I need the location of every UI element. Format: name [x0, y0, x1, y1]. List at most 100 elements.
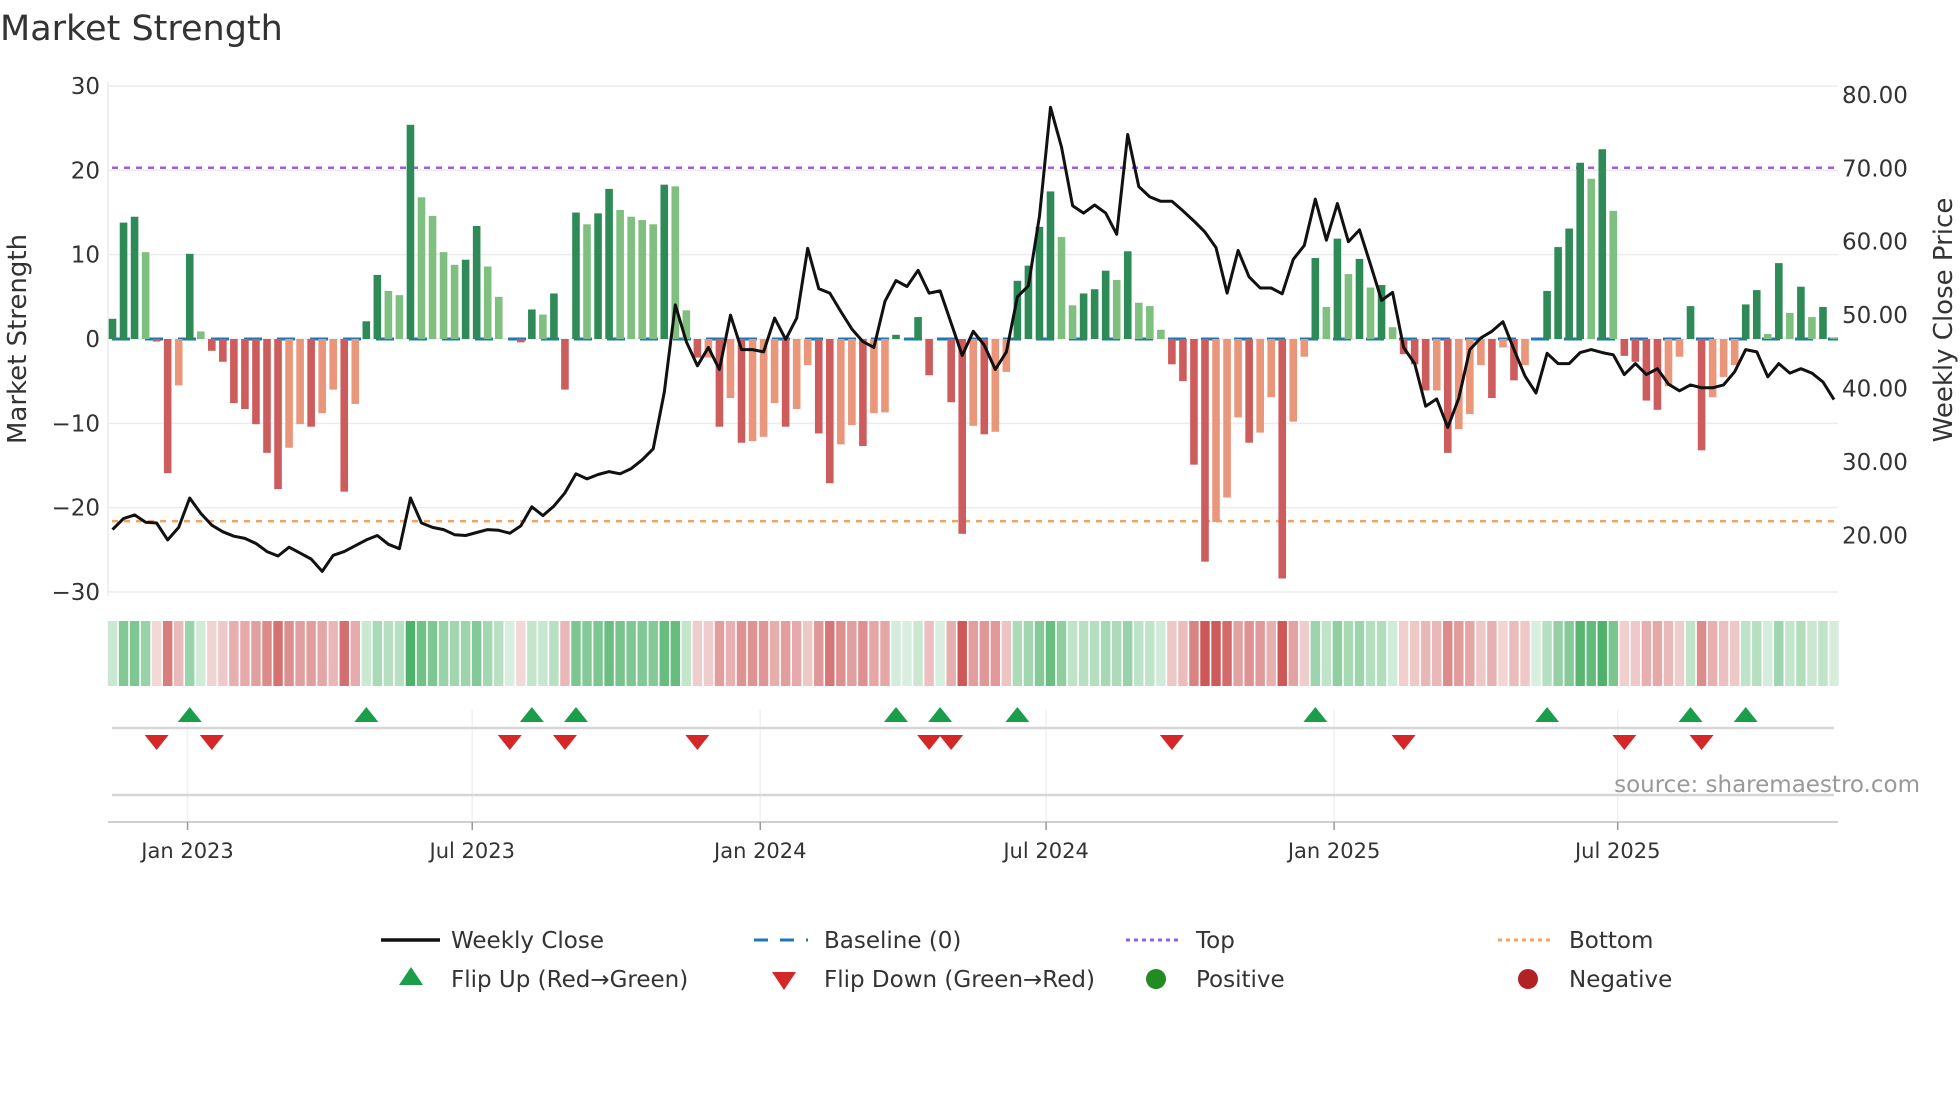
- strength-bar: [517, 339, 525, 343]
- heat-strip-cell: [1630, 621, 1641, 686]
- strength-bar: [1179, 339, 1187, 382]
- triangle-up-icon: [399, 967, 423, 985]
- heat-strip-cell: [736, 621, 747, 686]
- strength-bar: [1620, 339, 1629, 356]
- strength-bar: [1421, 339, 1430, 391]
- heat-strip-cell: [1741, 621, 1751, 686]
- flip-down-triangle-icon: [497, 735, 522, 750]
- heat-strip-cell: [582, 621, 592, 686]
- strength-bar: [825, 339, 834, 484]
- heat-strip-cell: [527, 621, 537, 686]
- y-tick-label: 0: [85, 327, 100, 353]
- heat-strip-cell: [1123, 621, 1133, 686]
- heat-strip-cell: [262, 621, 272, 686]
- strength-bar: [417, 197, 426, 339]
- heat-strip-cell: [1509, 621, 1519, 686]
- heat-strip-cell: [394, 621, 405, 686]
- strength-bar: [296, 339, 304, 425]
- strength-bar: [307, 339, 315, 427]
- legend-label: Baseline (0): [824, 928, 961, 954]
- heat-strip: [107, 621, 1839, 686]
- strength-bar: [748, 339, 757, 442]
- strength-bar: [958, 339, 967, 534]
- x-tick-label: Jan 2023: [139, 839, 234, 863]
- strength-bar: [1830, 337, 1838, 339]
- x-tick-label: Jan 2025: [1286, 839, 1381, 863]
- heat-strip-cell: [1586, 621, 1596, 686]
- strength-bar: [362, 321, 371, 339]
- heat-strip-cell: [1729, 621, 1740, 686]
- heat-strip-cell: [1100, 621, 1111, 686]
- strength-bar: [1190, 339, 1198, 465]
- heat-strip-cell: [593, 621, 603, 686]
- heat-strip-cell: [1222, 621, 1232, 686]
- strength-bar: [108, 318, 117, 339]
- heat-strip-cell: [1134, 621, 1144, 686]
- heat-strip-cell: [1575, 621, 1585, 686]
- heat-strip-cell: [814, 621, 824, 686]
- strength-bar: [550, 293, 558, 339]
- heat-strip-cell: [1321, 621, 1332, 686]
- heat-strip-cell: [902, 621, 912, 686]
- heat-strip-cell: [1266, 621, 1276, 686]
- heat-strip-cell: [1255, 621, 1265, 686]
- strength-bar: [1609, 210, 1618, 339]
- strength-bar: [1223, 339, 1231, 498]
- heat-strip-cell: [946, 621, 956, 686]
- heat-strip-cell: [538, 621, 548, 686]
- x-tick-label: Jul 2023: [428, 839, 515, 863]
- flip-up-triangle-icon: [884, 707, 909, 722]
- heat-strip-cell: [1663, 621, 1674, 686]
- flip-down-triangle-icon: [1159, 735, 1184, 750]
- strength-bar: [693, 339, 702, 358]
- flip-up-triangle-icon: [928, 707, 953, 722]
- strength-bar: [1598, 149, 1607, 339]
- heat-strip-cell: [449, 621, 460, 686]
- heat-strip-cell: [1045, 621, 1056, 686]
- strength-bar: [1289, 339, 1298, 422]
- legend-label: Positive: [1196, 967, 1285, 993]
- legend-item-baseline: Baseline (0): [754, 928, 961, 954]
- strength-bar: [163, 339, 172, 474]
- heat-strip-cell: [1542, 621, 1552, 686]
- heat-strip-cell: [1023, 621, 1034, 686]
- strength-bar: [384, 290, 393, 339]
- strength-bar: [1576, 162, 1584, 339]
- heat-strip-cell: [1012, 621, 1023, 686]
- strength-bar: [1443, 339, 1452, 453]
- strength-bar: [649, 224, 658, 339]
- flip-down-triangle-icon: [1612, 735, 1637, 750]
- heat-strip-cell: [107, 621, 118, 686]
- heat-strip-cell: [957, 621, 967, 686]
- y2-tick-label: 20.00: [1842, 523, 1908, 549]
- heat-strip-cell: [240, 621, 250, 686]
- flip-up-triangle-icon: [519, 707, 544, 722]
- strength-bar: [627, 216, 635, 339]
- strength-bar: [881, 339, 889, 413]
- heat-strip-cell: [185, 621, 195, 686]
- flip-markers-panel: [108, 707, 1838, 823]
- heat-strip-cell: [1763, 621, 1773, 686]
- heat-strip-cell: [1398, 621, 1409, 686]
- strength-bar: [539, 314, 547, 339]
- strength-bar: [1344, 274, 1353, 339]
- heat-strip-cell: [494, 621, 504, 686]
- strength-bar: [439, 252, 448, 339]
- y2-tick-label: 40.00: [1842, 377, 1908, 403]
- heat-strip-cell: [405, 621, 416, 686]
- heat-strip-cell: [681, 621, 692, 686]
- strength-bar: [274, 339, 282, 490]
- strength-bar: [605, 188, 613, 339]
- heat-strip-cell: [1818, 621, 1828, 686]
- flip-down-triangle-icon: [552, 735, 577, 750]
- heat-strip-cell: [328, 621, 338, 686]
- heat-strip-cell: [1189, 621, 1199, 686]
- heat-strip-cell: [295, 621, 305, 686]
- strength-bar: [1090, 289, 1099, 339]
- strength-bar: [263, 339, 271, 453]
- strength-bar: [1355, 258, 1364, 339]
- flip-up-triangle-icon: [1733, 707, 1758, 722]
- heat-strip-cell: [725, 621, 736, 686]
- heat-strip-cell: [151, 621, 162, 686]
- heat-strip-cell: [1310, 621, 1321, 686]
